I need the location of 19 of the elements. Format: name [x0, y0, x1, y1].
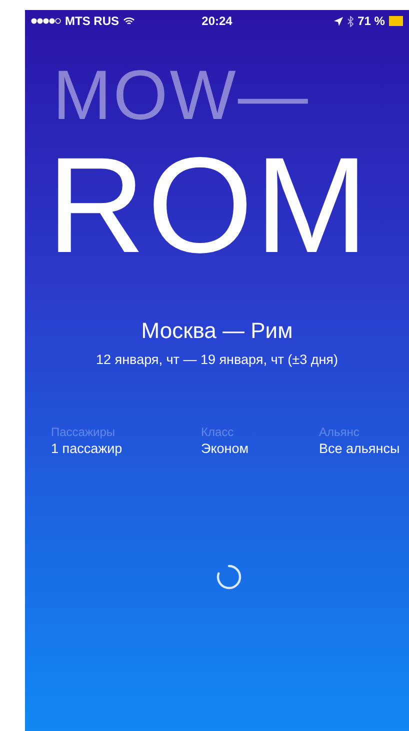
option-value[interactable]: Все альянсы — [319, 441, 409, 456]
signal-icon — [31, 18, 61, 24]
route-title: Москва — Рим — [140, 318, 294, 344]
option-value[interactable]: 1 пассажир — [51, 441, 201, 456]
carrier-name: MTS RUS — [65, 14, 119, 28]
status-time: 20:24 — [202, 14, 232, 28]
bluetooth-icon — [346, 16, 354, 26]
loading-spinner-icon — [216, 564, 242, 590]
origin-code: MOW— — [53, 60, 310, 130]
wifi-icon — [123, 16, 135, 26]
option-label: Класс — [201, 425, 235, 439]
location-arrow-icon — [334, 16, 343, 26]
option-value[interactable]: Эконом — [201, 441, 319, 456]
option-label: Альянс — [319, 425, 360, 439]
option-label: Пассажиры — [51, 425, 116, 439]
route-dates: 12 января, чт — 19 января, чт (±3 дня) — [95, 352, 339, 367]
battery-percent: 71 % — [358, 14, 385, 28]
battery-icon — [388, 16, 403, 26]
destination-code: ROM — [47, 140, 370, 270]
